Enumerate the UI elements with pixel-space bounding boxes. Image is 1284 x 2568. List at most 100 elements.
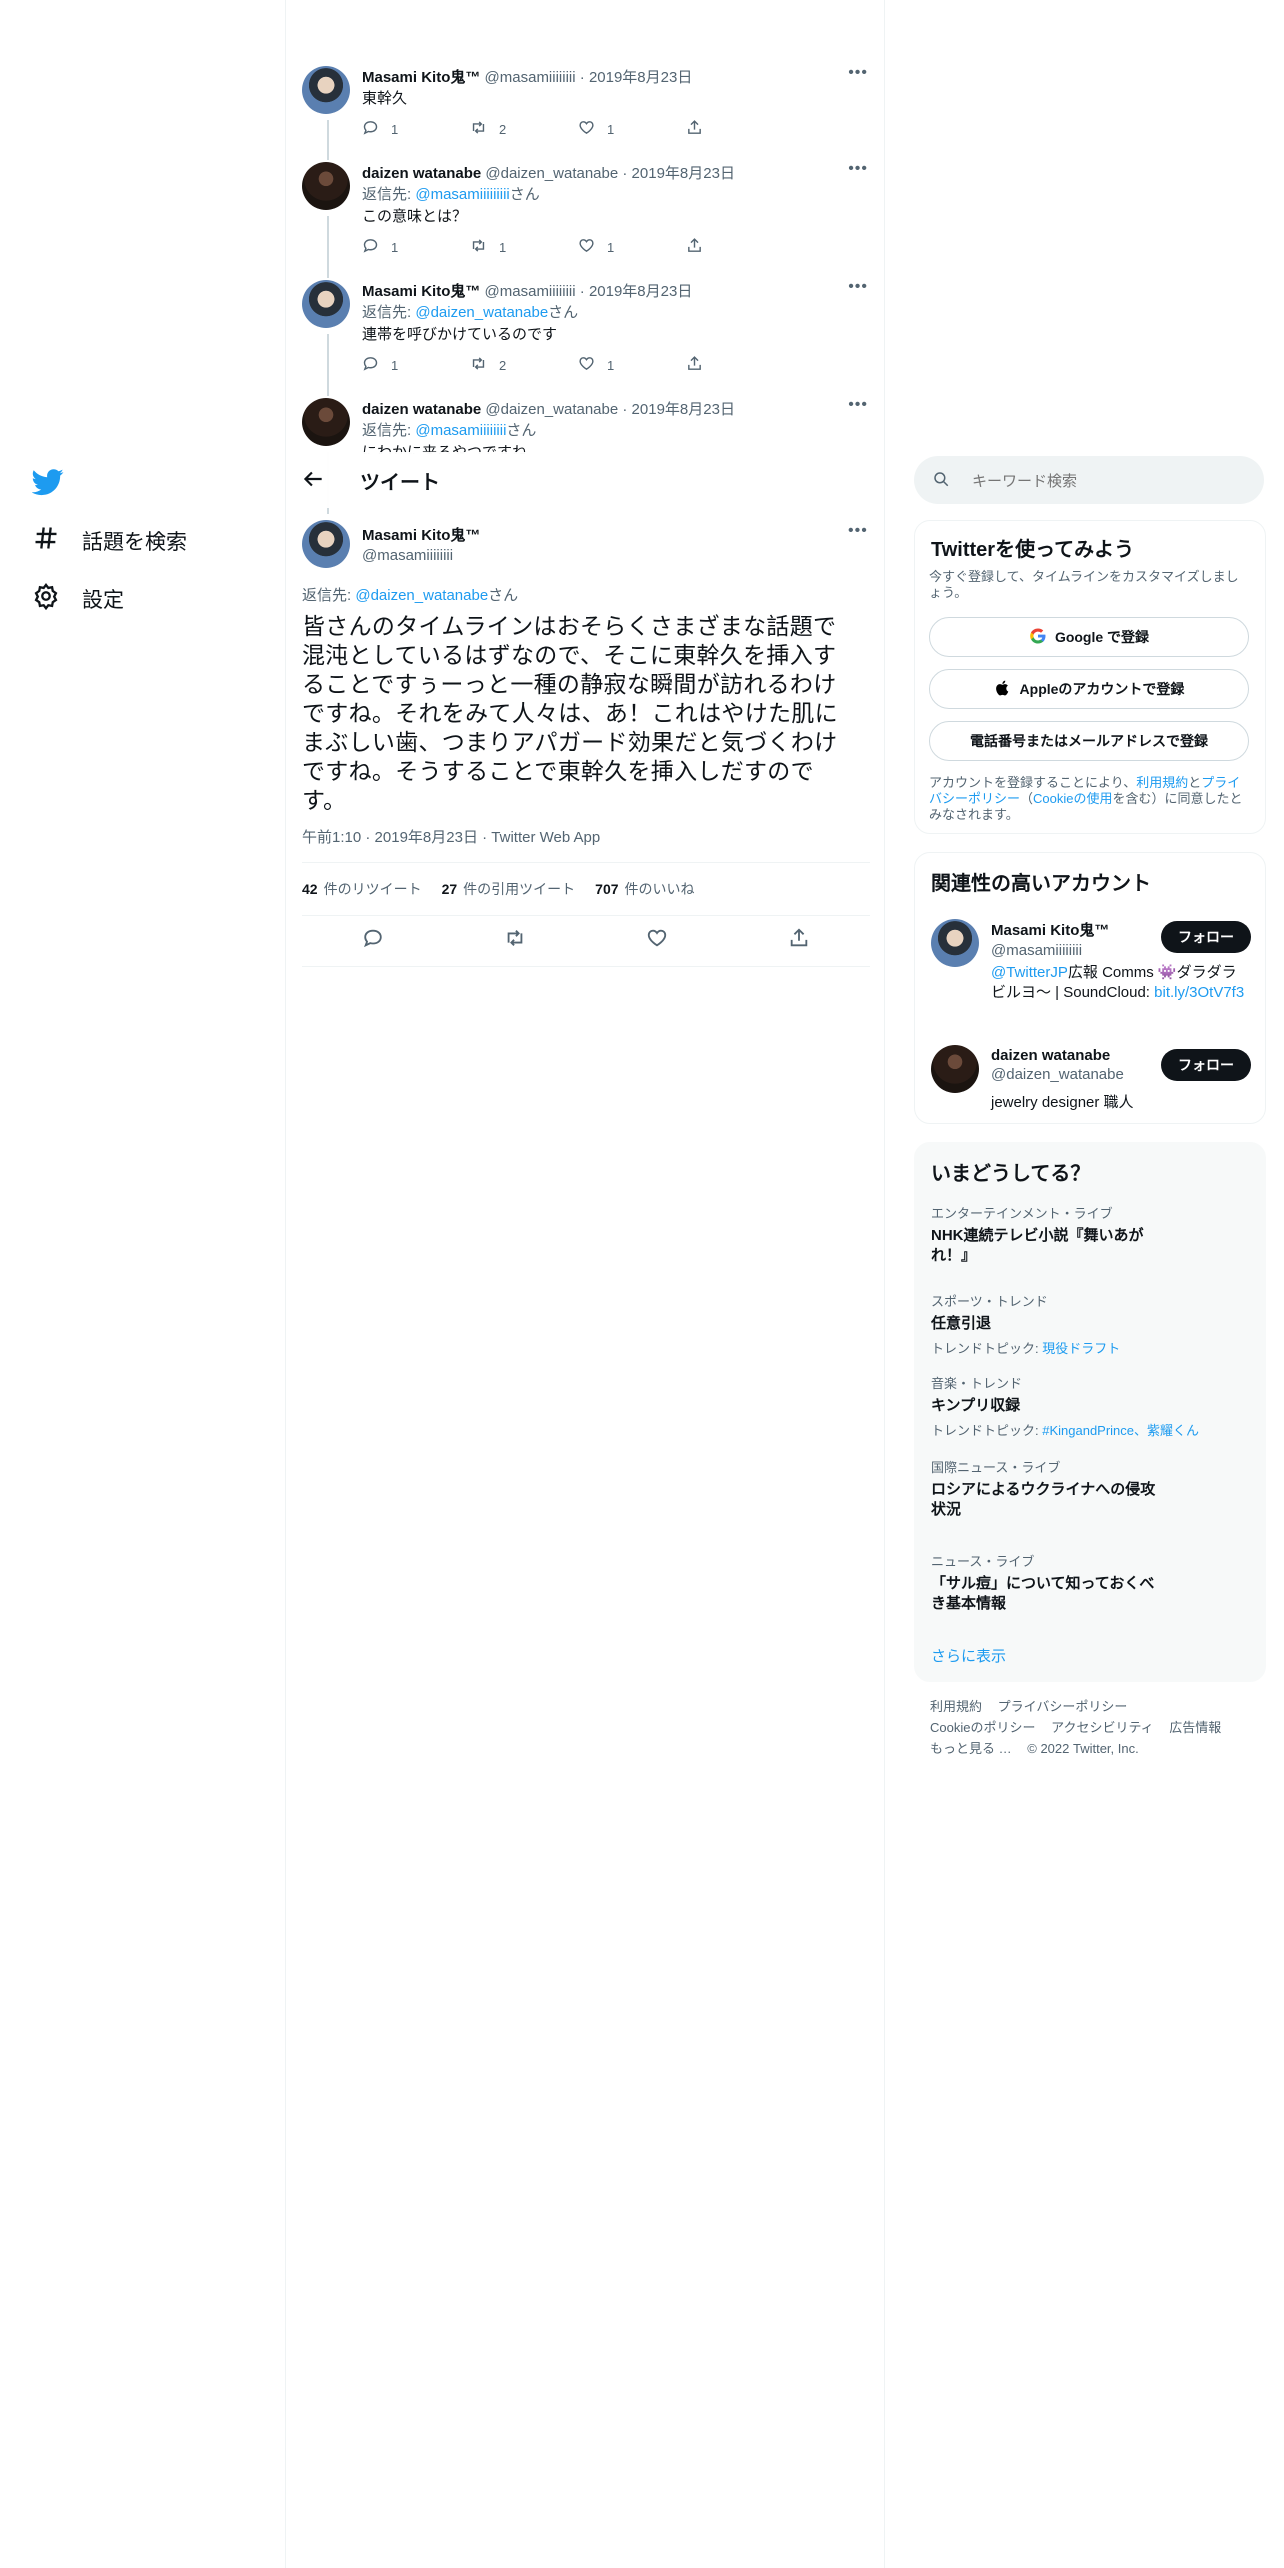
avatar[interactable] xyxy=(302,520,350,568)
quote-stat[interactable]: 27 件の引用ツイート xyxy=(442,879,576,899)
handle[interactable]: @daizen_watanabe xyxy=(991,1066,1151,1083)
trend-topic-link[interactable]: #KingandPrince、紫耀くん xyxy=(1042,1423,1199,1438)
tweet-date[interactable]: 2019年8月23日 xyxy=(632,165,735,182)
share-icon[interactable] xyxy=(788,927,810,954)
search-box[interactable] xyxy=(914,456,1264,506)
terms-link[interactable]: 利用規約 xyxy=(1136,775,1188,790)
retweet-stat-label: 件のリツイート xyxy=(323,881,422,897)
avatar[interactable] xyxy=(931,919,979,967)
avatar[interactable] xyxy=(302,280,350,328)
share-button[interactable] xyxy=(686,355,794,375)
tweet-date[interactable]: 2019年8月23日 xyxy=(632,401,735,418)
reply-button[interactable]: 1 xyxy=(362,237,470,257)
trend-topic-link[interactable]: 現役ドラフト xyxy=(1042,1341,1120,1356)
footer-terms-link[interactable]: 利用規約 xyxy=(930,1699,982,1714)
retweet-button[interactable]: 2 xyxy=(470,355,578,375)
more-icon[interactable]: ••• xyxy=(848,160,868,178)
reply-suffix: さん xyxy=(506,422,537,439)
handle[interactable]: @masamiiiiiiii xyxy=(991,942,1151,959)
follow-button[interactable]: フォロー xyxy=(1161,1049,1251,1081)
like-stat[interactable]: 707 件のいいね xyxy=(595,879,694,899)
main-tweet-author[interactable]: Masami Kito鬼™ @masamiiiiiiii xyxy=(362,524,480,564)
reply-to-link[interactable]: @daizen_watanabe xyxy=(415,304,548,321)
like-total: 707 xyxy=(595,881,619,897)
reply-to-link[interactable]: @daizen_watanabe xyxy=(355,587,488,604)
related-account-2[interactable]: daizen watanabe @daizen_watanabe xyxy=(991,1047,1151,1083)
trend-item[interactable]: エンターテインメント・ライブ NHK連続テレビ小説『舞いあがれ！』 xyxy=(931,1203,1231,1266)
twitter-logo-icon[interactable] xyxy=(31,466,64,498)
tweet-date[interactable]: 2019年8月23日 xyxy=(589,283,692,300)
phone-signup-button[interactable]: 電話番号またはメールアドレスで登録 xyxy=(929,721,1249,761)
more-icon[interactable]: ••• xyxy=(848,278,868,296)
bio-mention-link[interactable]: @TwitterJP xyxy=(991,964,1068,981)
trend-item[interactable]: 音楽・トレンド キンプリ収録 トレンドトピック: #KingandPrince、… xyxy=(931,1373,1231,1439)
signup-panel: Twitterを使ってみよう 今すぐ登録して、タイムラインをカスタマイズしましょ… xyxy=(914,520,1266,834)
nav-settings[interactable]: 設定 xyxy=(32,582,124,616)
retweet-button[interactable]: 1 xyxy=(470,237,578,257)
display-name[interactable]: daizen watanabe xyxy=(362,401,481,418)
reply-button[interactable]: 1 xyxy=(362,119,470,139)
reply-to-link[interactable]: @masamiiiiiiii xyxy=(415,422,506,439)
google-signup-button[interactable]: Google で登録 xyxy=(929,617,1249,657)
bio-url-link[interactable]: bit.ly/3OtV7f3 xyxy=(1154,984,1244,1001)
handle[interactable]: @masamiiiiiiii xyxy=(362,547,480,564)
display-name[interactable]: daizen watanabe xyxy=(991,1047,1151,1064)
handle[interactable]: @masamiiiiiiii xyxy=(485,69,576,86)
reply-button[interactable]: 1 xyxy=(362,355,470,375)
thread-tweet[interactable]: Masami Kito鬼™ @masamiiiiiiii · 2019年8月23… xyxy=(302,64,868,146)
follow-button[interactable]: フォロー xyxy=(1161,921,1251,953)
like-button[interactable]: 1 xyxy=(578,355,686,375)
trend-item[interactable]: 国際ニュース・ライブ ロシアによるウクライナへの侵攻状況 xyxy=(931,1457,1231,1520)
retweet-stat[interactable]: 42 件のリツイート xyxy=(302,879,422,899)
nav-explore[interactable]: 話題を検索 xyxy=(32,524,187,558)
show-more-link[interactable]: さらに表示 xyxy=(931,1645,1006,1666)
avatar[interactable] xyxy=(302,398,350,446)
tweet-time[interactable]: 午前1:10 xyxy=(302,829,361,846)
avatar[interactable] xyxy=(302,162,350,210)
tweet-date[interactable]: 2019年8月23日 xyxy=(589,69,692,86)
reply-to-link[interactable]: @masamiiiiiiiii xyxy=(415,186,509,203)
display-name[interactable]: Masami Kito鬼™ xyxy=(362,524,480,545)
handle[interactable]: @daizen_watanabe xyxy=(485,401,618,418)
footer-more-link[interactable]: もっと見る … xyxy=(930,1741,1012,1756)
display-name[interactable]: daizen watanabe xyxy=(362,165,481,182)
tweet-header: Masami Kito鬼™ @masamiiiiiiii · 2019年8月23… xyxy=(362,283,693,300)
thread-tweet[interactable]: daizen watanabe @daizen_watanabe · 2019年… xyxy=(302,398,868,454)
back-arrow-icon[interactable] xyxy=(300,466,326,492)
heart-icon[interactable] xyxy=(646,927,668,954)
related-account-1[interactable]: Masami Kito鬼™ @masamiiiiiiii xyxy=(991,919,1151,959)
retweet-icon[interactable] xyxy=(504,927,526,954)
reply-icon xyxy=(362,237,379,257)
more-icon[interactable]: ••• xyxy=(848,398,868,414)
handle[interactable]: @masamiiiiiiii xyxy=(485,283,576,300)
tweet-header: Masami Kito鬼™ @masamiiiiiiii · 2019年8月23… xyxy=(362,69,693,86)
footer-privacy-link[interactable]: プライバシーポリシー xyxy=(998,1699,1128,1714)
footer-accessibility-link[interactable]: アクセシビリティ xyxy=(1051,1720,1154,1735)
tweet-date[interactable]: 2019年8月23日 xyxy=(375,829,478,846)
footer-cookie-link[interactable]: Cookieのポリシー xyxy=(930,1720,1035,1735)
display-name[interactable]: Masami Kito鬼™ xyxy=(362,283,480,300)
thread-tweet[interactable]: Masami Kito鬼™ @masamiiiiiiii · 2019年8月23… xyxy=(302,278,868,380)
trend-item[interactable]: スポーツ・トレンド 任意引退 トレンドトピック: 現役ドラフト xyxy=(931,1291,1231,1357)
thread-tweet[interactable]: daizen watanabe @daizen_watanabe · 2019年… xyxy=(302,160,868,262)
reply-icon[interactable] xyxy=(362,927,384,954)
cookie-link[interactable]: Cookieの使用 xyxy=(1033,791,1112,806)
handle[interactable]: @daizen_watanabe xyxy=(485,165,618,182)
more-icon[interactable]: ••• xyxy=(848,64,868,82)
tweet-header: daizen watanabe @daizen_watanabe · 2019年… xyxy=(362,165,735,182)
share-button[interactable] xyxy=(686,119,794,139)
more-icon[interactable]: ••• xyxy=(848,522,868,540)
footer-ads-link[interactable]: 広告情報 xyxy=(1169,1720,1221,1735)
like-button[interactable]: 1 xyxy=(578,119,686,139)
retweet-button[interactable]: 2 xyxy=(470,119,578,139)
share-button[interactable] xyxy=(686,237,794,257)
search-input[interactable] xyxy=(970,456,1254,506)
apple-signup-button[interactable]: Appleのアカウントで登録 xyxy=(929,669,1249,709)
avatar[interactable] xyxy=(302,66,350,114)
phone-signup-label: 電話番号またはメールアドレスで登録 xyxy=(970,733,1208,749)
display-name[interactable]: Masami Kito鬼™ xyxy=(362,69,480,86)
display-name[interactable]: Masami Kito鬼™ xyxy=(991,919,1151,940)
like-button[interactable]: 1 xyxy=(578,237,686,257)
avatar[interactable] xyxy=(931,1045,979,1093)
trend-item[interactable]: ニュース・ライブ 「サル痘」について知っておくべき基本情報 xyxy=(931,1551,1231,1614)
